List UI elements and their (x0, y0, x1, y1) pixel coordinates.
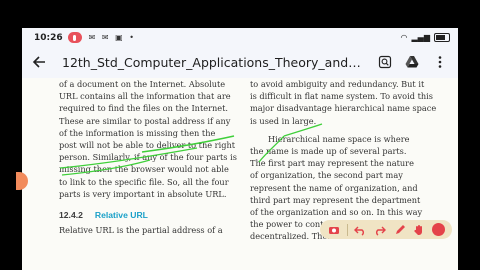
notification-icons: ✉ ✉ ▣ • (88, 33, 136, 42)
text-line: required to find the files on the Intern… (59, 103, 229, 114)
top-toolbar: 12th_Std_Computer_Applications_Theory_an… (22, 47, 458, 77)
text-line: The first part may represent the nature (250, 158, 414, 169)
text-line: to link to the specific file. So, all th… (59, 176, 229, 187)
text-line: the name is made up of several parts. (250, 146, 407, 157)
drive-share-icon[interactable] (404, 54, 420, 70)
text-line: represent the name of organization, and (250, 182, 418, 193)
pen-icon[interactable] (393, 223, 407, 237)
text-line: of organization, the second part may (250, 170, 403, 181)
wifi-icon: ◠ (400, 33, 408, 42)
text-line: of the organization and so on. In this w… (250, 207, 423, 218)
text-line: is difficult in flat name system. To avo… (250, 91, 433, 102)
document-page[interactable]: of a document on the Internet. Absolute … (22, 78, 458, 270)
color-dot[interactable] (432, 223, 446, 236)
status-bar: 10:26 ✉ ✉ ▣ • ◠ ▂▄▆ (22, 28, 458, 47)
annotation-toolbar (320, 220, 452, 239)
redo-icon[interactable] (373, 223, 387, 237)
status-right: ◠ ▂▄▆ (401, 33, 450, 42)
more-vert-icon[interactable] (432, 54, 448, 70)
document-title: 12th_Std_Computer_Applications_Theory_an… (62, 54, 362, 70)
text-line: Relative URL is the partial address of a (59, 225, 223, 236)
text-line: is used in large. (250, 115, 317, 126)
text-line: missing then the browser would not able (59, 164, 229, 175)
hand-icon[interactable] (412, 223, 426, 237)
text-line: These are similar to postal address if a… (59, 115, 231, 126)
text-line: post will not be able to deliver to the … (59, 140, 236, 151)
text-line: URL contains all the information that ar… (59, 91, 231, 102)
camera-icon[interactable] (327, 223, 341, 237)
section-number: 12.4.2 (59, 210, 83, 221)
text-line: to avoid ambiguity and redundancy. But i… (250, 79, 425, 89)
section-heading: 12.4.2 Relative URL (59, 209, 251, 221)
signal-icon: ▂▄▆ (411, 33, 430, 42)
battery-icon (434, 33, 450, 42)
text-line: of the information is missing then the (59, 127, 216, 138)
text-line: major disadvantage hierarchical name spa… (250, 103, 437, 114)
status-time: 10:26 (34, 32, 63, 43)
left-column: of a document on the Internet. Absolute … (59, 78, 251, 236)
recording-mic-icon (67, 32, 82, 43)
undo-icon[interactable] (353, 223, 367, 237)
right-column: to avoid ambiguity and redundancy. But i… (250, 78, 442, 243)
search-icon[interactable] (377, 54, 393, 70)
section-title: Relative URL (94, 210, 148, 221)
text-line: Hierarchical name space is where (268, 133, 410, 144)
text-line: of a document on the Internet. Absolute (59, 79, 226, 89)
text-line: person. Similarly, if any of the four pa… (59, 152, 237, 163)
back-arrow-icon[interactable] (30, 53, 48, 71)
text-line: third part may represent the department (250, 194, 421, 205)
text-line: parts is very important in absolute URL. (59, 188, 227, 199)
